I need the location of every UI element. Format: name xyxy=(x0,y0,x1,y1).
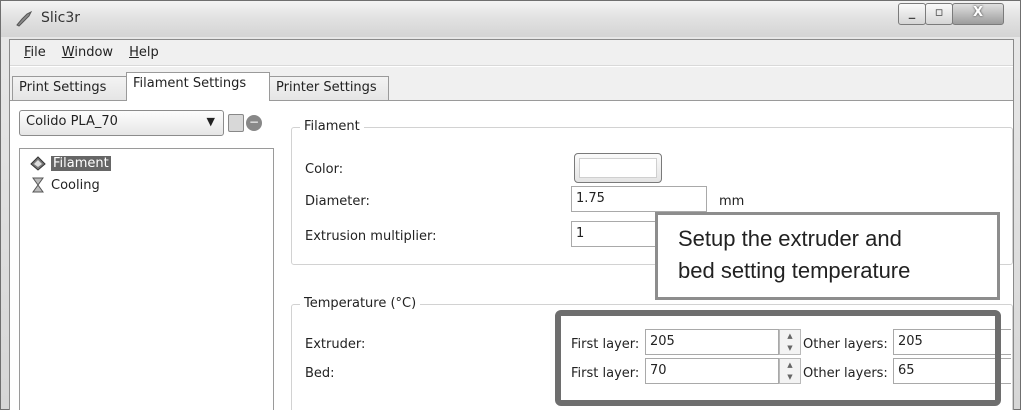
dropdown-arrow-icon: ▼ xyxy=(206,115,215,128)
menu-bar: File Window Help xyxy=(10,40,1013,66)
window-controls: _ ▫ X xyxy=(898,3,1004,27)
close-button[interactable]: X xyxy=(952,3,1004,25)
menu-help[interactable]: Help xyxy=(121,45,167,60)
bed-first-layer-spinner[interactable]: ▲ ▼ xyxy=(779,358,801,384)
slic3r-app-icon xyxy=(16,10,33,27)
maximize-button[interactable]: ▫ xyxy=(925,3,953,25)
menu-window[interactable]: Window xyxy=(54,45,121,60)
tab-strip: Print Settings Filament Settings Printer… xyxy=(10,67,1013,101)
save-preset-icon[interactable] xyxy=(228,114,244,132)
spin-down-icon[interactable]: ▼ xyxy=(780,371,800,383)
annotation-line-2: bed setting temperature xyxy=(678,258,911,283)
extruder-other-layers-label: Other layers: xyxy=(803,337,888,352)
title-bar[interactable]: Slic3r _ ▫ X xyxy=(1,1,1020,37)
tab-printer-settings[interactable]: Printer Settings xyxy=(269,76,389,100)
menu-file[interactable]: File xyxy=(16,45,54,60)
bed-first-layer-field[interactable]: 70 xyxy=(645,358,779,384)
color-picker-button[interactable] xyxy=(574,153,662,183)
spin-up-icon[interactable]: ▲ xyxy=(780,359,800,371)
extruder-other-layers-field[interactable]: 205 xyxy=(893,329,1011,355)
filament-spool-icon xyxy=(30,156,46,171)
menu-file-label: ile xyxy=(30,45,46,60)
settings-tree: Filament Cooling xyxy=(19,148,274,410)
menu-help-label: elp xyxy=(138,45,159,60)
extrusion-multiplier-label: Extrusion multiplier: xyxy=(305,229,437,244)
color-label: Color: xyxy=(305,162,344,177)
bed-label: Bed: xyxy=(305,366,335,381)
minimize-icon: _ xyxy=(908,5,916,20)
tree-item-cooling-label: Cooling xyxy=(51,177,100,193)
spin-up-icon[interactable]: ▲ xyxy=(780,330,800,342)
tab-filament-settings[interactable]: Filament Settings xyxy=(126,72,270,101)
menu-window-label: indow xyxy=(74,45,114,60)
bed-first-layer-label: First layer: xyxy=(571,366,640,381)
tab-print-settings[interactable]: Print Settings xyxy=(12,76,127,100)
app-window: Slic3r _ ▫ X File Window Help Print Sett… xyxy=(0,0,1021,410)
spin-down-icon[interactable]: ▼ xyxy=(780,342,800,354)
close-icon: X xyxy=(972,5,984,20)
diameter-unit: mm xyxy=(719,194,745,209)
tree-item-filament-label: Filament xyxy=(51,155,111,171)
menu-window-mnemonic: W xyxy=(61,45,75,60)
temperature-group: Temperature (°C) Extruder: Bed: First la… xyxy=(291,296,1013,410)
preset-select[interactable]: Colido PLA_70 ▼ xyxy=(19,110,224,136)
extruder-label: Extruder: xyxy=(305,337,366,352)
delete-preset-icon[interactable]: − xyxy=(246,115,262,131)
diameter-field[interactable]: 1.75 xyxy=(571,186,707,212)
hourglass-icon xyxy=(32,177,44,193)
preset-row: Colido PLA_70 ▼ − xyxy=(19,110,262,136)
menu-help-mnemonic: H xyxy=(129,45,139,60)
color-swatch xyxy=(579,158,657,178)
preset-selected-value: Colido PLA_70 xyxy=(26,114,118,129)
temperature-group-title: Temperature (°C) xyxy=(300,296,421,311)
extruder-first-layer-field[interactable]: 205 xyxy=(645,329,779,355)
tree-item-cooling[interactable]: Cooling xyxy=(29,177,100,193)
annotation-line-1: Setup the extruder and xyxy=(678,226,902,251)
tree-item-filament[interactable]: Filament xyxy=(29,155,111,171)
annotation-callout: Setup the extruder and bed setting tempe… xyxy=(655,212,1000,300)
extruder-first-layer-spinner[interactable]: ▲ ▼ xyxy=(779,329,801,355)
window-title: Slic3r xyxy=(41,10,81,26)
bed-other-layers-label: Other layers: xyxy=(803,366,888,381)
minimize-button[interactable]: _ xyxy=(898,3,926,25)
extruder-first-layer-label: First layer: xyxy=(571,337,640,352)
diameter-label: Diameter: xyxy=(305,194,370,209)
bed-other-layers-field[interactable]: 65 xyxy=(893,358,1011,384)
filament-group-title: Filament xyxy=(300,119,364,134)
maximize-icon: ▫ xyxy=(934,5,944,20)
